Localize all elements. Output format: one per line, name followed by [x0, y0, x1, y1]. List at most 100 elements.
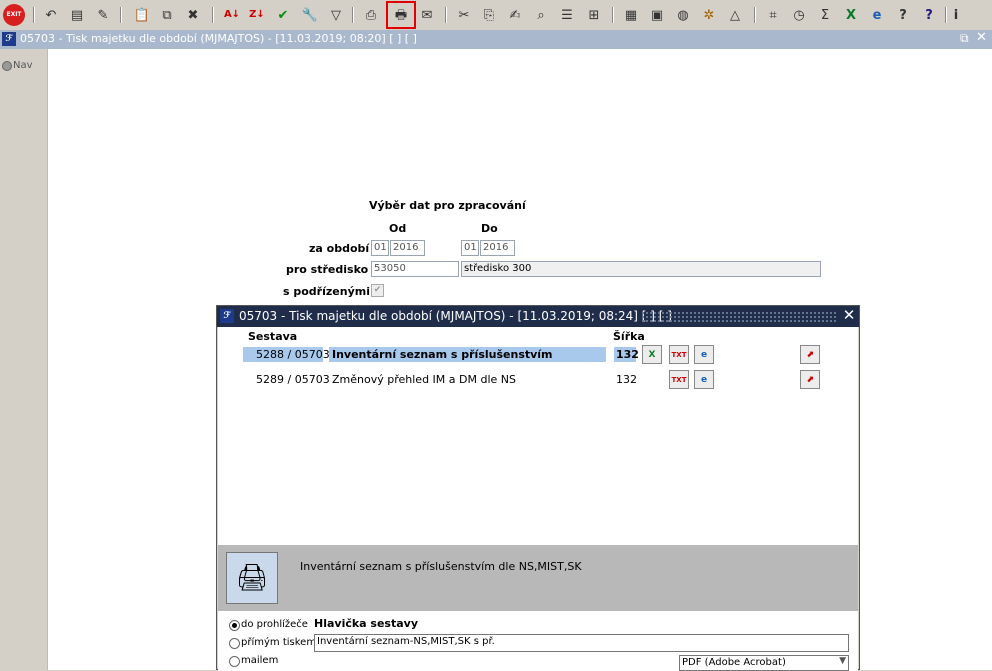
ie-icon[interactable]: e — [866, 4, 888, 26]
txt-icon[interactable]: TXT — [669, 370, 689, 389]
header-label: Hlavička sestavy — [314, 617, 419, 630]
email-icon[interactable]: ✉ — [416, 4, 438, 26]
exit-button[interactable]: EXIT — [3, 4, 25, 26]
filter-wrench-icon[interactable]: 🔧 — [299, 4, 321, 26]
toolbar-separator — [612, 7, 614, 23]
confirm-check-icon[interactable]: ✔ — [272, 4, 294, 26]
subordinates-checkbox[interactable]: ✔ — [371, 284, 384, 297]
delete-record-icon[interactable]: ✖ — [182, 4, 204, 26]
warning-icon[interactable]: △ — [724, 4, 746, 26]
main-toolbar: EXIT ↶ ▤ ✎ 📋 ⧉ ✖ A↓ Z↓ ✔ 🔧 ▽ ⎙ 🖶 ✉ ✂ ⎘ ✍… — [0, 0, 992, 31]
print-preview-icon[interactable]: 🖶 — [386, 1, 416, 29]
report-id: 5289 / 05703 — [256, 373, 330, 386]
print-icon[interactable]: ⎙ — [360, 4, 382, 26]
radio-mail[interactable] — [229, 656, 240, 667]
format-select[interactable]: PDF (Adobe Acrobat) ▼ — [679, 655, 849, 671]
column-to-label: Do — [481, 222, 498, 235]
dialog-title-bar: ℱ 05703 - Tisk majetku dle období (MJMAJ… — [217, 306, 859, 327]
report-width: 132 — [616, 348, 639, 361]
txt-icon[interactable]: TXT — [669, 345, 689, 364]
toolbar-separator — [33, 7, 35, 23]
pdf-icon[interactable]: ⬈ — [800, 345, 820, 364]
sort-descending-icon[interactable]: Z↓ — [246, 4, 268, 26]
info-icon[interactable]: i — [945, 4, 967, 26]
toolbar-separator — [120, 7, 122, 23]
center-label: pro středisko — [286, 263, 369, 276]
filter-icon[interactable]: ▽ — [325, 4, 347, 26]
nav-dot-icon — [2, 61, 12, 71]
chart-icon[interactable]: ⌗ — [762, 4, 784, 26]
ie-icon[interactable]: e — [694, 370, 714, 389]
toolbar-separator — [212, 7, 214, 23]
to-month-input[interactable]: 01 — [461, 240, 479, 256]
window-title-bar: ℱ 05703 - Tisk majetku dle období (MJMAJ… — [0, 30, 992, 49]
report-name: Změnový přehled IM a DM dle NS — [332, 373, 516, 386]
chevron-down-icon: ▼ — [839, 656, 846, 666]
column-from-label: Od — [389, 222, 407, 235]
excel-icon[interactable]: X — [840, 4, 862, 26]
report-id: 5288 / 05703 — [256, 348, 330, 361]
from-year-input[interactable]: 2016 — [390, 240, 425, 256]
description-bar: 🖨 Inventární seznam s příslušenstvím dle… — [218, 545, 858, 611]
toolbar-separator — [754, 7, 756, 23]
report-description: Inventární seznam s příslušenstvím dle N… — [300, 560, 582, 573]
wheel-icon[interactable]: ✲ — [698, 4, 720, 26]
nav-button[interactable]: Nav — [0, 57, 34, 75]
output-options: do prohlížeče přímým tiskem mailem Hlavi… — [218, 611, 858, 671]
radio-mail-label: mailem — [241, 655, 279, 666]
period-label: za období — [309, 242, 370, 255]
save-icon[interactable]: ✎ — [92, 4, 114, 26]
column-width-header: Šířka — [613, 330, 645, 343]
tree-icon[interactable]: ⊞ — [583, 4, 605, 26]
format-select-value: PDF (Adobe Acrobat) — [682, 657, 786, 668]
folder-icon[interactable]: ▤ — [66, 4, 88, 26]
radio-print-label: přímým tiskem — [241, 637, 317, 648]
cut-icon[interactable]: ✂ — [453, 4, 475, 26]
globe-icon[interactable]: ◍ — [672, 4, 694, 26]
report-list: Sestava Šířka 5288 / 05703 Inventární se… — [218, 327, 858, 545]
app-logo-icon: ℱ — [2, 32, 16, 46]
paste-icon[interactable]: ⎘ — [478, 4, 500, 26]
undo-icon[interactable]: ↶ — [40, 4, 62, 26]
printer-help-icon[interactable]: 🖨 — [226, 552, 278, 604]
to-year-input[interactable]: 2016 — [480, 240, 515, 256]
sidebar — [0, 49, 48, 670]
column-report-header: Sestava — [248, 330, 298, 343]
close-icon[interactable]: ✕ — [976, 30, 987, 45]
document-icon[interactable]: ▦ — [620, 4, 642, 26]
dialog-title: 05703 - Tisk majetku dle období (MJMAJTO… — [239, 309, 672, 323]
zoom-icon[interactable]: ⌕ — [530, 4, 552, 26]
clock-icon[interactable]: ◷ — [788, 4, 810, 26]
table-row[interactable]: 5288 / 05703 Inventární seznam s přísluš… — [218, 344, 858, 364]
subordinates-label: s podřízenými — [283, 285, 370, 298]
title-bar-pattern — [641, 311, 837, 322]
report-dialog: ℱ 05703 - Tisk majetku dle období (MJMAJ… — [216, 305, 860, 671]
radio-print[interactable] — [229, 638, 240, 649]
save-doc-icon[interactable]: ▣ — [646, 4, 668, 26]
sort-ascending-icon[interactable]: A↓ — [221, 4, 243, 26]
help-query-icon[interactable]: ? — [892, 4, 914, 26]
radio-browser-label: do prohlížeče — [241, 619, 308, 630]
table-row[interactable]: 5289 / 05703 Změnový přehled IM a DM dle… — [218, 369, 858, 389]
form-heading: Výběr dat pro zpracování — [369, 199, 526, 212]
copy-record-icon[interactable]: ⧉ — [156, 4, 178, 26]
center-code-input[interactable]: 53050 — [371, 261, 459, 277]
restore-icon[interactable]: ⧉ — [960, 31, 969, 46]
header-input[interactable]: Inventární seznam-NS,MIST,SK s př. — [314, 634, 849, 652]
list-icon[interactable]: ☰ — [556, 4, 578, 26]
pdf-icon[interactable]: ⬈ — [800, 370, 820, 389]
report-name: Inventární seznam s příslušenstvím — [332, 348, 553, 361]
toolbar-separator — [445, 7, 447, 23]
dialog-close-icon[interactable]: ✕ — [841, 306, 857, 324]
center-name-field: středisko 300 — [461, 261, 821, 277]
toolbar-separator — [352, 7, 354, 23]
help-icon[interactable]: ? — [918, 4, 940, 26]
edit-icon[interactable]: ✍ — [504, 4, 526, 26]
radio-browser[interactable] — [229, 620, 240, 631]
ie-icon[interactable]: e — [694, 345, 714, 364]
sum-icon[interactable]: Σ — [814, 4, 836, 26]
clipboard-icon[interactable]: 📋 — [131, 4, 153, 26]
excel-icon[interactable]: X — [642, 345, 662, 364]
report-width: 132 — [616, 373, 637, 386]
from-month-input[interactable]: 01 — [371, 240, 389, 256]
